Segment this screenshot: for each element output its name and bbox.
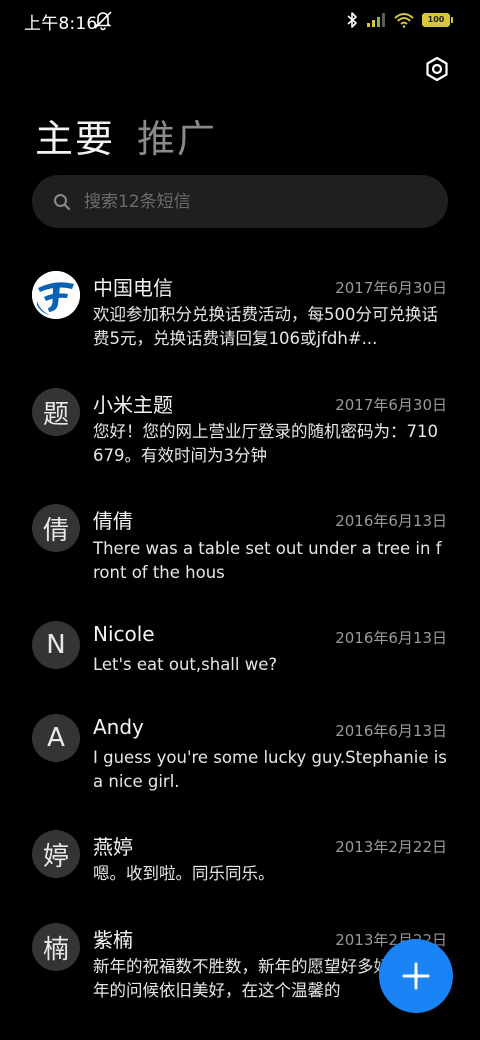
message-date: 2017年6月30日 bbox=[335, 279, 447, 297]
message-date: 2016年6月13日 bbox=[335, 512, 447, 530]
message-preview: Let's eat out,shall we? bbox=[93, 655, 278, 674]
plus-icon bbox=[402, 962, 430, 990]
avatar: 题 bbox=[32, 388, 80, 436]
bluetooth-icon bbox=[347, 12, 357, 28]
wifi-icon bbox=[394, 13, 414, 28]
messages-screen: 上午8:16 100 主要 推广 搜索12条短信 中国电信 2017年6月30日… bbox=[0, 0, 480, 1040]
status-bar: 上午8:16 100 bbox=[0, 0, 480, 40]
tab-promotions[interactable]: 推广 bbox=[137, 108, 217, 163]
china-telecom-logo bbox=[32, 271, 80, 319]
settings-button[interactable] bbox=[420, 52, 454, 86]
search-icon bbox=[54, 193, 71, 210]
conversation-item[interactable]: 题 小米主题 2017年6月30日 您好！您的网上营业厅登录的随机密码为：710… bbox=[0, 378, 480, 488]
conversation-item[interactable]: 倩 倩倩 2016年6月13日 There was a table set ou… bbox=[0, 494, 480, 604]
message-date: 2016年6月13日 bbox=[335, 629, 447, 647]
new-message-button[interactable] bbox=[379, 939, 453, 1013]
sender-name: 紫楠 bbox=[93, 928, 133, 952]
category-tabs: 主要 推广 bbox=[35, 108, 217, 163]
battery-level: 100 bbox=[427, 15, 445, 24]
battery-icon: 100 bbox=[422, 13, 453, 27]
message-preview: I guess you're some lucky guy.Stephanie … bbox=[93, 748, 447, 791]
avatar: 婷 bbox=[32, 830, 80, 878]
mute-icon bbox=[94, 11, 112, 31]
message-date: 2013年2月22日 bbox=[335, 838, 447, 856]
search-bar[interactable] bbox=[32, 175, 448, 228]
avatar bbox=[32, 271, 80, 319]
sender-name: 燕婷 bbox=[93, 835, 133, 859]
search-input[interactable] bbox=[82, 190, 406, 213]
sender-name: 中国电信 bbox=[93, 276, 173, 300]
sender-name: Andy bbox=[93, 715, 144, 739]
message-preview: 欢迎参加积分兑换话费活动，每500分可兑换话费5元，兑换话费请回复106或jfd… bbox=[93, 305, 438, 348]
status-icons: 100 bbox=[346, 10, 453, 30]
avatar: A bbox=[32, 714, 80, 762]
avatar: 倩 bbox=[32, 504, 80, 552]
message-date: 2017年6月30日 bbox=[335, 396, 447, 414]
tab-primary[interactable]: 主要 bbox=[35, 108, 115, 163]
message-preview: 您好！您的网上营业厅登录的随机密码为：710679。有效时间为3分钟 bbox=[93, 422, 438, 465]
message-date: 2016年6月13日 bbox=[335, 722, 447, 740]
sender-name: 倩倩 bbox=[93, 509, 133, 533]
sender-name: 小米主题 bbox=[93, 393, 173, 417]
gear-icon bbox=[426, 56, 448, 82]
message-preview: There was a table set out under a tree i… bbox=[93, 539, 442, 582]
conversation-item[interactable]: A Andy 2016年6月13日 I guess you're some lu… bbox=[0, 705, 480, 815]
message-preview: 嗯。收到啦。同乐同乐。 bbox=[93, 864, 275, 883]
avatar: N bbox=[32, 621, 80, 669]
avatar: 楠 bbox=[32, 923, 80, 971]
sender-name: Nicole bbox=[93, 622, 155, 646]
conversation-item[interactable]: 中国电信 2017年6月30日 欢迎参加积分兑换话费活动，每500分可兑换话费5… bbox=[0, 262, 480, 372]
signal-icon bbox=[367, 13, 385, 27]
status-time: 上午8:16 bbox=[24, 14, 98, 34]
